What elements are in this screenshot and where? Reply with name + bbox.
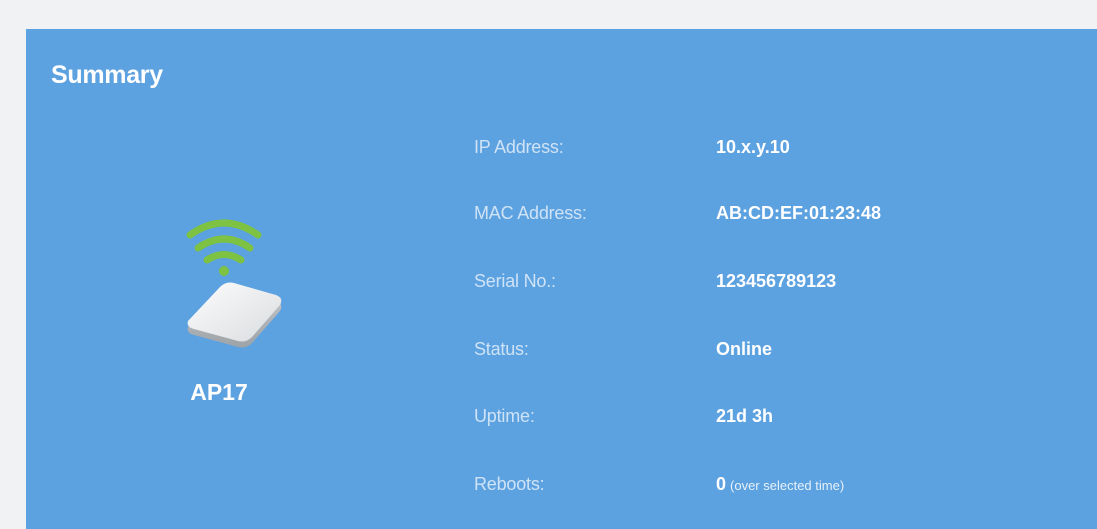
field-row-reboots: Reboots: 0 (over selected time) <box>474 474 1074 504</box>
device-name: AP17 <box>190 379 248 405</box>
reboots-value: 0 <box>716 474 727 494</box>
mac-address-value: AB:CD:EF:01:23:48 <box>716 203 882 223</box>
field-row-mac-address: MAC Address: AB:CD:EF:01:23:48 <box>474 203 1074 233</box>
field-row-uptime: Uptime: 21d 3h <box>474 406 1074 436</box>
uptime-label: Uptime: <box>474 406 535 426</box>
field-row-serial-no: Serial No.: 123456789123 <box>474 271 1074 301</box>
reboots-value-wrapper: 0 (over selected time) <box>716 474 844 495</box>
uptime-value: 21d 3h <box>716 406 774 426</box>
status-label: Status: <box>474 339 529 359</box>
reboots-note: (over selected time) <box>730 478 845 493</box>
reboots-label: Reboots: <box>474 474 545 494</box>
status-value: Online <box>716 339 773 359</box>
field-row-status: Status: Online <box>474 339 1074 369</box>
wireless-access-point-icon <box>186 219 282 348</box>
field-row-ip-address: IP Address: 10.x.y.10 <box>474 137 1074 167</box>
summary-card: Summary AP17 IP Address: 10.x.y.10 MAC A… <box>26 29 1097 529</box>
ip-address-value: 10.x.y.10 <box>716 137 790 157</box>
mac-address-label: MAC Address: <box>474 203 587 223</box>
summary-title: Summary <box>51 61 163 89</box>
serial-no-label: Serial No.: <box>474 271 556 291</box>
ip-address-label: IP Address: <box>474 137 564 157</box>
serial-no-value: 123456789123 <box>716 271 837 291</box>
